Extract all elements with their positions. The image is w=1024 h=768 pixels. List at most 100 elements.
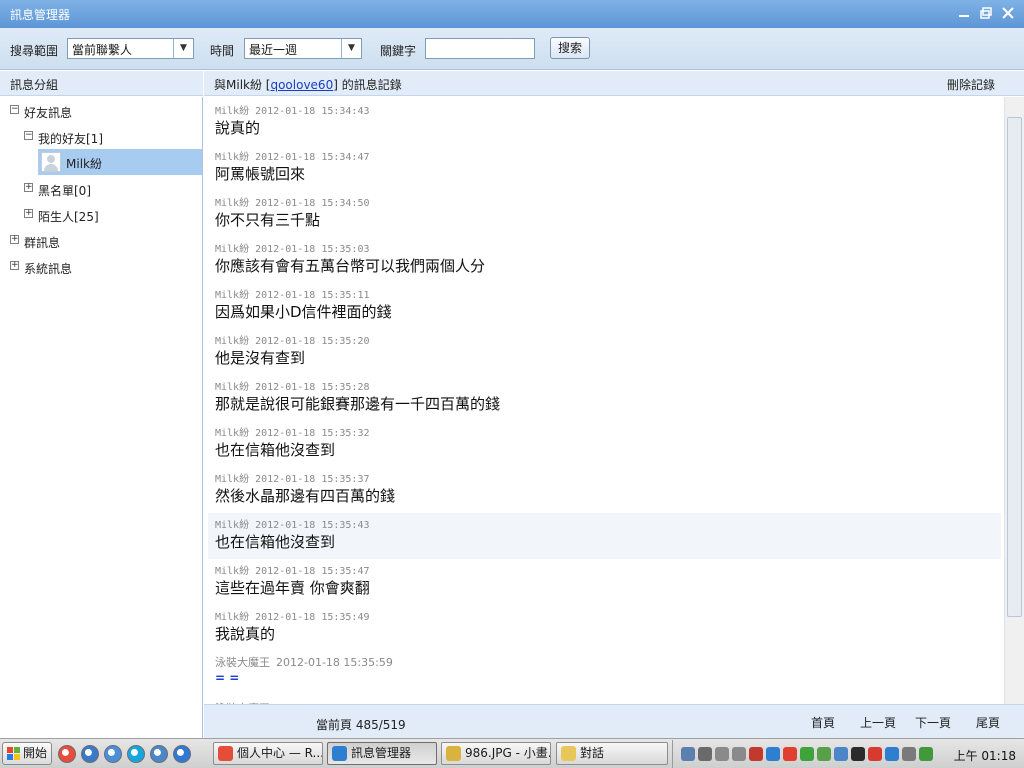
avatar [41,152,61,172]
update-icon[interactable] [868,747,882,761]
app-icon[interactable] [698,747,712,761]
message-time: 2012-01-18 15:35:47 [255,566,370,577]
start-button[interactable]: 開始 [2,742,52,765]
chevron-down-icon[interactable]: ▼ [341,39,361,58]
message-sender: Milk紛 [215,244,250,255]
message-item: Milk紛 2012-01-18 15:35:43 也在信箱他沒查到 [208,513,1001,559]
folder-icon [561,746,576,761]
expand-icon[interactable]: + [10,261,19,270]
delete-records-button[interactable]: 刪除記錄 [947,76,995,93]
message-text: 你應該有會有五萬台幣可以我們兩個人分 [215,257,486,275]
tool-icon[interactable] [834,747,848,761]
next-page-button[interactable]: 下一頁 [915,714,951,731]
message-scrollbar[interactable] [1004,97,1024,704]
monitor-icon[interactable] [851,747,865,761]
message-sender: Milk紛 [215,152,250,163]
message-sender: Milk紛 [215,474,250,485]
message-time: 2012-01-18 15:35:43 [255,520,370,531]
taskbar-button[interactable]: 986.JPG - 小畫... [441,742,551,765]
messenger-icon[interactable] [885,747,899,761]
message-text: 我說真的 [215,625,276,643]
time-select[interactable]: 最近一週 ▼ [244,38,362,59]
scope-select[interactable]: 當前聯繫人 ▼ [67,38,194,59]
message-meta: Milk紛 2012-01-18 15:35:28 [215,378,369,393]
battery-icon[interactable] [732,747,746,761]
keyword-input[interactable] [425,38,535,59]
message-sender: Milk紛 [215,612,250,623]
taskbar-button[interactable]: 對話 [556,742,668,765]
prev-page-button[interactable]: 上一頁 [860,714,896,731]
check-icon[interactable] [800,747,814,761]
windows-explorer-icon[interactable] [104,745,122,763]
network-icon[interactable] [681,747,695,761]
history-header: 與Milk紛 [qoolove60] 的訊息記錄 刪除記錄 [204,71,1024,96]
close-icon[interactable] [1000,5,1016,21]
message-item: Milk紛 2012-01-18 15:35:49 我說真的 [208,605,1001,651]
message-time: 2012-01-18 15:35:37 [255,474,370,485]
last-page-button[interactable]: 尾頁 [976,714,1000,731]
shield-icon[interactable] [817,747,831,761]
first-page-button[interactable]: 首頁 [811,714,835,731]
message-meta: Milk紛 2012-01-18 15:35:49 [215,608,369,623]
media-player-icon[interactable] [81,745,99,763]
tree-node-contact-milk[interactable]: Milk紛 [38,149,202,175]
groups-header: 訊息分組 [0,71,203,96]
windows-logo-icon [7,747,20,760]
expand-icon[interactable]: + [24,209,33,218]
message-meta: Milk紛 2012-01-18 15:34:50 [215,194,369,209]
message-sender: 泳裝大魔王 [215,656,270,669]
message-item: Milk紛 2012-01-18 15:35:03 你應該有會有五萬台幣可以我們兩個… [208,237,1001,283]
message-item: Milk紛 2012-01-18 15:34:50 你不只有三千點 [208,191,1001,237]
chevron-down-icon[interactable]: ▼ [173,39,193,58]
message-meta: Milk紛 2012-01-18 15:35:32 [215,424,369,439]
collapse-icon[interactable]: − [10,105,19,114]
expand-icon[interactable]: + [10,235,19,244]
message-time: 2012-01-18 15:35:28 [255,382,370,393]
message-item: Milk紛 2012-01-18 15:34:47 阿罵帳號回來 [208,145,1001,191]
tree-label: 陌生人[25] [38,210,99,224]
taskbar-button[interactable]: 個人中心 — R... [213,742,323,765]
message-sender: Milk紛 [215,106,250,117]
message-text: 說真的 [215,119,261,137]
tree-label: 群訊息 [24,236,61,250]
contact-id-link[interactable]: qoolove60 [270,78,333,92]
expand-icon[interactable]: + [24,183,33,192]
internet-explorer-icon[interactable] [173,745,191,763]
keyword-label: 關鍵字 [380,44,417,58]
qq-icon[interactable] [783,747,797,761]
tree-label: 我的好友[1] [38,132,103,146]
taskbar-button-label: 個人中心 — R... [237,746,323,760]
message-sender: Milk紛 [215,198,250,209]
group-tree: − 好友訊息 − 我的好友[1] Milk紛 + 黑名單[0] + 陌生人[25… [0,97,203,738]
scope-select-value: 當前聯繫人 [72,43,133,57]
skype-icon[interactable] [127,745,145,763]
collapse-icon[interactable]: − [24,131,33,140]
message-sender: Milk紛 [215,336,250,347]
sound-icon[interactable] [919,747,933,761]
minimize-icon[interactable] [956,5,972,21]
taskbar-button-label: 訊息管理器 [351,746,412,760]
search-button[interactable]: 搜索 [550,37,590,59]
settings-icon[interactable] [902,747,916,761]
scrollbar-thumb[interactable] [1007,117,1022,617]
pager-bar: 當前頁 485/519 首頁 上一頁 下一頁 尾頁 [204,704,1024,738]
volume-icon[interactable] [715,747,729,761]
antivirus-icon[interactable] [749,747,763,761]
message-meta: Milk紛 2012-01-18 15:35:03 [215,240,369,255]
window-title-bar: 訊息管理器 [0,0,1024,28]
message-item: Milk紛 2012-01-18 15:35:20 他是沒有查到 [208,329,1001,375]
message-item: Milk紛 2012-01-18 15:35:32 也在信箱他沒查到 [208,421,1001,467]
chrome-icon[interactable] [58,745,76,763]
maximize-icon[interactable] [978,5,994,21]
tree-label: 系統訊息 [24,262,73,276]
messenger-icon[interactable] [766,747,780,761]
taskbar-button[interactable]: 訊息管理器 [327,742,437,765]
message-sender: Milk紛 [215,566,250,577]
message-text: = = [215,671,240,685]
messenger-icon[interactable] [150,745,168,763]
message-item: 泳裝大魔王2012-01-18 15:36:02 [208,697,1001,704]
message-meta: Milk紛 2012-01-18 15:34:43 [215,102,369,117]
message-meta: Milk紛 2012-01-18 15:35:37 [215,470,369,485]
history-title-suffix: ] 的訊息記錄 [333,78,402,92]
message-list[interactable]: Milk紛 2012-01-18 15:34:43 說真的 Milk紛 2012-01-… [204,97,1004,704]
